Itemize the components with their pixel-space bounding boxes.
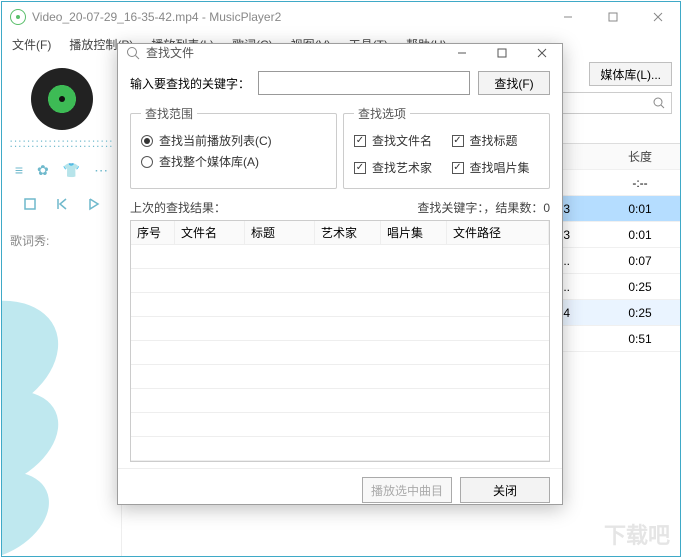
tshirt-icon[interactable]: 👕 [63, 162, 80, 179]
find-file-dialog: 查找文件 输入要查找的关键字： 查找(F) 查找范围 查找当前播放列表(C) 查… [117, 43, 563, 505]
col-album: 唱片集 [381, 221, 447, 244]
cell-length: 0:25 [600, 280, 680, 294]
check-filename[interactable]: ✓查找文件名 [354, 132, 442, 149]
minimize-button[interactable] [545, 2, 590, 32]
dialog-maximize-button[interactable] [482, 48, 522, 58]
lyric-label: 歌词秀: [2, 232, 49, 249]
result-header: 序号 文件名 标题 艺术家 唱片集 文件路径 [131, 221, 549, 245]
close-button[interactable] [635, 2, 680, 32]
close-dialog-button[interactable]: 关闭 [460, 477, 550, 503]
dialog-body: 输入要查找的关键字： 查找(F) 查找范围 查找当前播放列表(C) 查找整个媒体… [118, 61, 562, 468]
cell-length: 0:07 [600, 254, 680, 268]
library-button[interactable]: 媒体库(L)... [589, 62, 672, 86]
table-row [131, 437, 549, 461]
prev-label: 上次的查找结果： [130, 199, 417, 216]
col-artist: 艺术家 [315, 221, 381, 244]
scope-legend: 查找范围 [141, 105, 197, 122]
play-selected-button: 播放选中曲目 [362, 477, 452, 503]
do-search-button[interactable]: 查找(F) [478, 71, 550, 95]
col-path: 文件路径 [447, 221, 549, 244]
col-length: 长度 [600, 148, 680, 165]
settings-icon[interactable]: ✿ [37, 162, 49, 179]
cell-length: 0:01 [600, 202, 680, 216]
table-row [131, 245, 549, 269]
window-title: Video_20-07-29_16-35-42.mp4 - MusicPlaye… [32, 10, 545, 24]
options-group: 查找选项 ✓查找文件名 ✓查找标题 ✓查找艺术家 ✓查找唱片集 [343, 105, 550, 189]
watermark: 下载吧 [604, 518, 670, 550]
radio-whole-library[interactable]: 查找整个媒体库(A) [141, 153, 326, 170]
dialog-minimize-button[interactable] [442, 48, 482, 58]
table-row [131, 365, 549, 389]
stop-button[interactable] [23, 197, 37, 214]
progress-dots: :::::::::::::::::::::::: [9, 136, 113, 150]
check-title[interactable]: ✓查找标题 [452, 132, 540, 149]
left-panel: :::::::::::::::::::::::: ≡ ✿ 👕 ⋯ 歌词秀: [2, 56, 122, 556]
table-row [131, 413, 549, 437]
maximize-button[interactable] [590, 2, 635, 32]
keyword-row: 输入要查找的关键字： 查找(F) [130, 71, 550, 95]
play-button[interactable] [87, 197, 101, 214]
search-icon [653, 97, 665, 109]
cell-length: 0:51 [600, 332, 680, 346]
table-row [131, 293, 549, 317]
window-controls [545, 2, 680, 32]
scope-group: 查找范围 查找当前播放列表(C) 查找整个媒体库(A) [130, 105, 337, 189]
playback-controls [23, 197, 101, 214]
more-icon[interactable]: ⋯ [94, 162, 108, 179]
table-row [131, 317, 549, 341]
dialog-controls [442, 48, 562, 58]
dialog-title: 查找文件 [146, 44, 442, 61]
option-groups: 查找范围 查找当前播放列表(C) 查找整个媒体库(A) 查找选项 ✓查找文件名 … [130, 105, 550, 189]
keyword-label: 输入要查找的关键字： [130, 75, 250, 92]
col-title: 标题 [245, 221, 315, 244]
options-legend: 查找选项 [354, 105, 410, 122]
result-table: 序号 文件名 标题 艺术家 唱片集 文件路径 [130, 220, 550, 462]
equalizer-icon[interactable]: ≡ [15, 162, 23, 179]
search-icon [126, 46, 140, 60]
table-row [131, 341, 549, 365]
prev-result-row: 上次的查找结果： 查找关键字：，结果数：0 [130, 199, 550, 216]
dialog-close-button[interactable] [522, 48, 562, 58]
radio-current-playlist[interactable]: 查找当前播放列表(C) [141, 132, 326, 149]
col-file: 文件名 [175, 221, 245, 244]
titlebar: Video_20-07-29_16-35-42.mp4 - MusicPlaye… [2, 2, 680, 32]
table-row [131, 389, 549, 413]
check-album[interactable]: ✓查找唱片集 [452, 159, 540, 176]
prev-button[interactable] [55, 197, 69, 214]
dialog-titlebar: 查找文件 [118, 44, 562, 61]
menu-file[interactable]: 文件(F) [8, 34, 55, 55]
prev-summary: 查找关键字：，结果数：0 [417, 199, 550, 216]
cell-length: 0:25 [600, 306, 680, 320]
dialog-buttons: 播放选中曲目 关闭 [118, 468, 562, 511]
cell-length: 0:01 [600, 228, 680, 242]
app-icon [10, 9, 26, 25]
tool-icons: ≡ ✿ 👕 ⋯ [15, 162, 108, 179]
table-row [131, 269, 549, 293]
check-artist[interactable]: ✓查找艺术家 [354, 159, 442, 176]
keyword-input[interactable] [258, 71, 470, 95]
col-no: 序号 [131, 221, 175, 244]
album-art-disc [31, 68, 93, 130]
cell-length: -:-- [600, 176, 680, 190]
